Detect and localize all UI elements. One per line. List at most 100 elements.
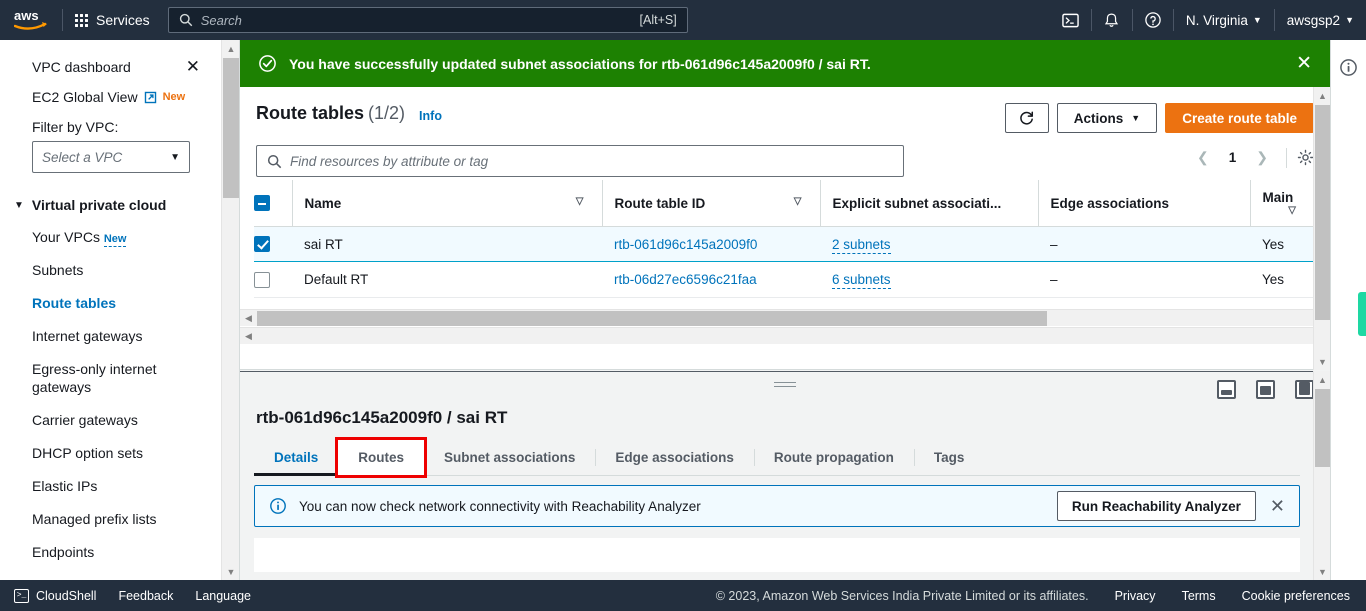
run-reachability-analyzer-button[interactable]: Run Reachability Analyzer — [1057, 491, 1256, 521]
scroll-down-icon[interactable]: ▼ — [1314, 353, 1331, 370]
feedback-tab-handle[interactable] — [1358, 292, 1366, 336]
route-table-id-link[interactable]: rtb-06d27ec6596c21faa — [614, 272, 757, 287]
sidebar-item-endpoints[interactable]: Endpoints — [0, 536, 222, 569]
footer-cloudshell-button[interactable]: >_ CloudShell — [14, 589, 96, 603]
route-tables-list-card: Route tables (1/2) Info Actions ▼ Create… — [240, 87, 1330, 370]
column-header-explicit-subnet-associations[interactable]: Explicit subnet associati... — [820, 180, 1038, 227]
column-header-name[interactable]: Name ▽ — [292, 180, 602, 227]
row-checkbox[interactable] — [254, 272, 270, 288]
tab-subnet-associations[interactable]: Subnet associations — [424, 440, 595, 475]
sidebar-item-carrier-gateways[interactable]: Carrier gateways — [0, 404, 222, 437]
sidebar-item-route-tables[interactable]: Route tables — [0, 287, 222, 320]
info-circle-icon[interactable] — [1338, 56, 1360, 78]
sort-icon[interactable]: ▽ — [576, 196, 584, 207]
scroll-left-icon[interactable]: ◀ — [240, 310, 257, 327]
sort-icon[interactable]: ▽ — [794, 196, 802, 207]
sidebar-scrollbar[interactable]: ▲ ▼ — [221, 40, 239, 580]
sidebar-title[interactable]: VPC dashboard — [32, 59, 131, 75]
select-all-checkbox[interactable] — [254, 195, 270, 211]
scroll-left-icon[interactable]: ◀ — [240, 328, 257, 345]
table-row[interactable]: sai RT rtb-061d96c145a2009f0 2 subnets –… — [254, 227, 1314, 262]
scroll-up-icon[interactable]: ▲ — [222, 40, 240, 57]
chevron-left-icon[interactable]: ❮ — [1189, 145, 1217, 170]
footer-privacy-link[interactable]: Privacy — [1115, 589, 1156, 603]
route-table-id-link[interactable]: rtb-061d96c145a2009f0 — [614, 237, 757, 252]
panel-small-icon[interactable] — [1217, 380, 1236, 399]
list-vertical-scrollbar[interactable]: ▲ ▼ — [1313, 87, 1330, 370]
table-scrollbar-thumb[interactable] — [257, 311, 1047, 326]
table-row[interactable]: Default RT rtb-06d27ec6596c21faa 6 subne… — [254, 262, 1314, 297]
close-icon[interactable]: ✕ — [180, 56, 206, 77]
page-horizontal-scrollbar[interactable]: ◀ ▶ — [240, 327, 1330, 344]
footer-cookie-preferences-link[interactable]: Cookie preferences — [1242, 589, 1350, 603]
flash-message: You have successfully updated subnet ass… — [289, 56, 871, 72]
details-vertical-scrollbar[interactable]: ▲ ▼ — [1313, 371, 1330, 580]
sidebar-item-ec2-global-view[interactable]: EC2 Global View New — [0, 83, 222, 111]
tab-tags[interactable]: Tags — [914, 440, 985, 475]
tab-details[interactable]: Details — [254, 440, 338, 475]
table-horizontal-scrollbar[interactable]: ◀ ▶ — [240, 309, 1330, 326]
details-scrollbar-thumb[interactable] — [1315, 389, 1330, 467]
tab-edge-associations[interactable]: Edge associations — [595, 440, 754, 475]
question-circle-icon[interactable] — [1133, 0, 1173, 40]
services-label: Services — [96, 12, 150, 28]
list-action-group: Actions ▼ Create route table — [1005, 103, 1314, 133]
scroll-down-icon[interactable]: ▼ — [222, 563, 240, 580]
row-checkbox[interactable] — [254, 236, 270, 252]
chevron-right-icon[interactable]: ❯ — [1248, 145, 1276, 170]
cloudshell-icon[interactable] — [1051, 0, 1091, 40]
sidebar-scrollbar-thumb[interactable] — [223, 58, 239, 198]
refresh-button[interactable] — [1005, 103, 1049, 133]
list-scrollbar-thumb[interactable] — [1315, 105, 1330, 320]
cell-edge-associations: – — [1038, 227, 1250, 262]
sidebar-item-managed-prefix-lists[interactable]: Managed prefix lists — [0, 503, 222, 536]
panel-large-icon[interactable] — [1295, 380, 1314, 399]
resource-search-input[interactable] — [290, 154, 893, 169]
footer-feedback-link[interactable]: Feedback — [118, 589, 173, 603]
resource-search-box[interactable] — [256, 145, 904, 177]
account-menu[interactable]: awsgsp2 ▼ — [1275, 0, 1366, 40]
scroll-up-icon[interactable]: ▲ — [1314, 371, 1331, 388]
sidebar-item-elastic-ips[interactable]: Elastic IPs — [0, 470, 222, 503]
panel-medium-icon[interactable] — [1256, 380, 1275, 399]
column-header-main[interactable]: Main ▽ — [1250, 180, 1314, 227]
select-all-header — [254, 180, 292, 227]
close-icon[interactable]: ✕ — [1270, 497, 1285, 515]
page-number[interactable]: 1 — [1221, 150, 1245, 165]
bell-icon[interactable] — [1092, 0, 1132, 40]
sidebar-group-virtual-private-cloud[interactable]: ▼ Virtual private cloud — [0, 183, 222, 221]
info-link[interactable]: Info — [419, 109, 442, 123]
vpc-filter-select[interactable]: Select a VPC ▼ — [32, 141, 190, 173]
footer-language-link[interactable]: Language — [195, 589, 251, 603]
cell-main: Yes — [1250, 227, 1314, 262]
column-header-route-table-id[interactable]: Route table ID ▽ — [602, 180, 820, 227]
subnet-count-link[interactable]: 2 subnets — [832, 237, 891, 254]
subnet-count-link[interactable]: 6 subnets — [832, 272, 891, 289]
tab-route-propagation[interactable]: Route propagation — [754, 440, 914, 475]
panel-resize-handle[interactable] — [774, 382, 796, 389]
footer-terms-link[interactable]: Terms — [1182, 589, 1216, 603]
scroll-up-icon[interactable]: ▲ — [1314, 87, 1331, 104]
sidebar-item-subnets[interactable]: Subnets — [0, 254, 222, 287]
aws-logo[interactable]: aws — [0, 0, 62, 40]
tab-routes[interactable]: Routes — [338, 440, 424, 475]
close-icon[interactable]: ✕ — [1296, 54, 1312, 73]
scroll-down-icon[interactable]: ▼ — [1314, 563, 1331, 580]
sort-icon[interactable]: ▽ — [1288, 205, 1296, 216]
actions-button[interactable]: Actions ▼ — [1057, 103, 1157, 133]
sidebar-item-egress-only-internet-gateways[interactable]: Egress-only internet gateways — [0, 353, 222, 405]
gear-icon[interactable] — [1297, 149, 1314, 166]
global-search-box[interactable]: [Alt+S] — [168, 7, 688, 33]
create-route-table-button[interactable]: Create route table — [1165, 103, 1314, 133]
content-region: Route tables (1/2) Info Actions ▼ Create… — [240, 87, 1330, 580]
sidebar-header: VPC dashboard ✕ — [0, 40, 222, 83]
column-header-edge-associations[interactable]: Edge associations — [1038, 180, 1250, 227]
sidebar-item-endpoint-services[interactable]: Endpoint services — [0, 569, 222, 580]
global-search-input[interactable] — [201, 13, 677, 28]
column-label: Route table ID — [615, 196, 706, 211]
sidebar-item-dhcp-option-sets[interactable]: DHCP option sets — [0, 437, 222, 470]
services-menu-button[interactable]: Services — [63, 0, 162, 40]
sidebar-item-your-vpcs[interactable]: Your VPCs New — [0, 221, 222, 254]
region-selector[interactable]: N. Virginia ▼ — [1174, 0, 1274, 40]
sidebar-item-internet-gateways[interactable]: Internet gateways — [0, 320, 222, 353]
